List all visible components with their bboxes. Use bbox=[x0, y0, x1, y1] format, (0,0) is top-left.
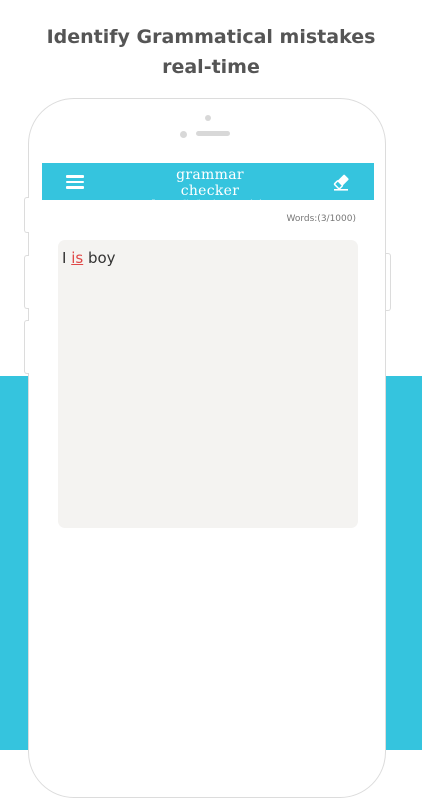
headline-line-2: real-time bbox=[162, 56, 260, 78]
phone-volume-up-button bbox=[24, 255, 29, 309]
text-editor[interactable]: I is boy bbox=[58, 240, 358, 528]
brand-tagline: Run your writing through a grammar check… bbox=[151, 199, 269, 205]
eraser-icon[interactable] bbox=[332, 172, 352, 192]
editor-text[interactable]: I is boy bbox=[62, 249, 116, 267]
headline-line-1: Identify Grammatical mistakes bbox=[46, 26, 376, 48]
grammar-error-word[interactable]: is bbox=[71, 249, 83, 267]
phone-camera bbox=[180, 131, 187, 138]
word-count: Words:(3/1000) bbox=[286, 214, 356, 224]
brand-logo: grammar checker Run your writing through… bbox=[150, 167, 270, 206]
brand-title: grammar checker bbox=[176, 167, 244, 199]
phone-front-sensor bbox=[205, 115, 211, 121]
app-navbar: grammar checker Run your writing through… bbox=[42, 163, 374, 205]
phone-mute-button bbox=[24, 197, 29, 233]
promo-headline: Identify Grammatical mistakes real-time bbox=[0, 22, 422, 82]
hamburger-menu-icon[interactable] bbox=[66, 175, 84, 189]
app-screen: grammar checker Run your writing through… bbox=[42, 163, 374, 750]
word-token: boy bbox=[87, 249, 116, 267]
phone-volume-down-button bbox=[24, 320, 29, 374]
phone-speaker bbox=[196, 131, 230, 136]
phone-power-button bbox=[386, 253, 391, 311]
word-token: I bbox=[62, 249, 67, 267]
